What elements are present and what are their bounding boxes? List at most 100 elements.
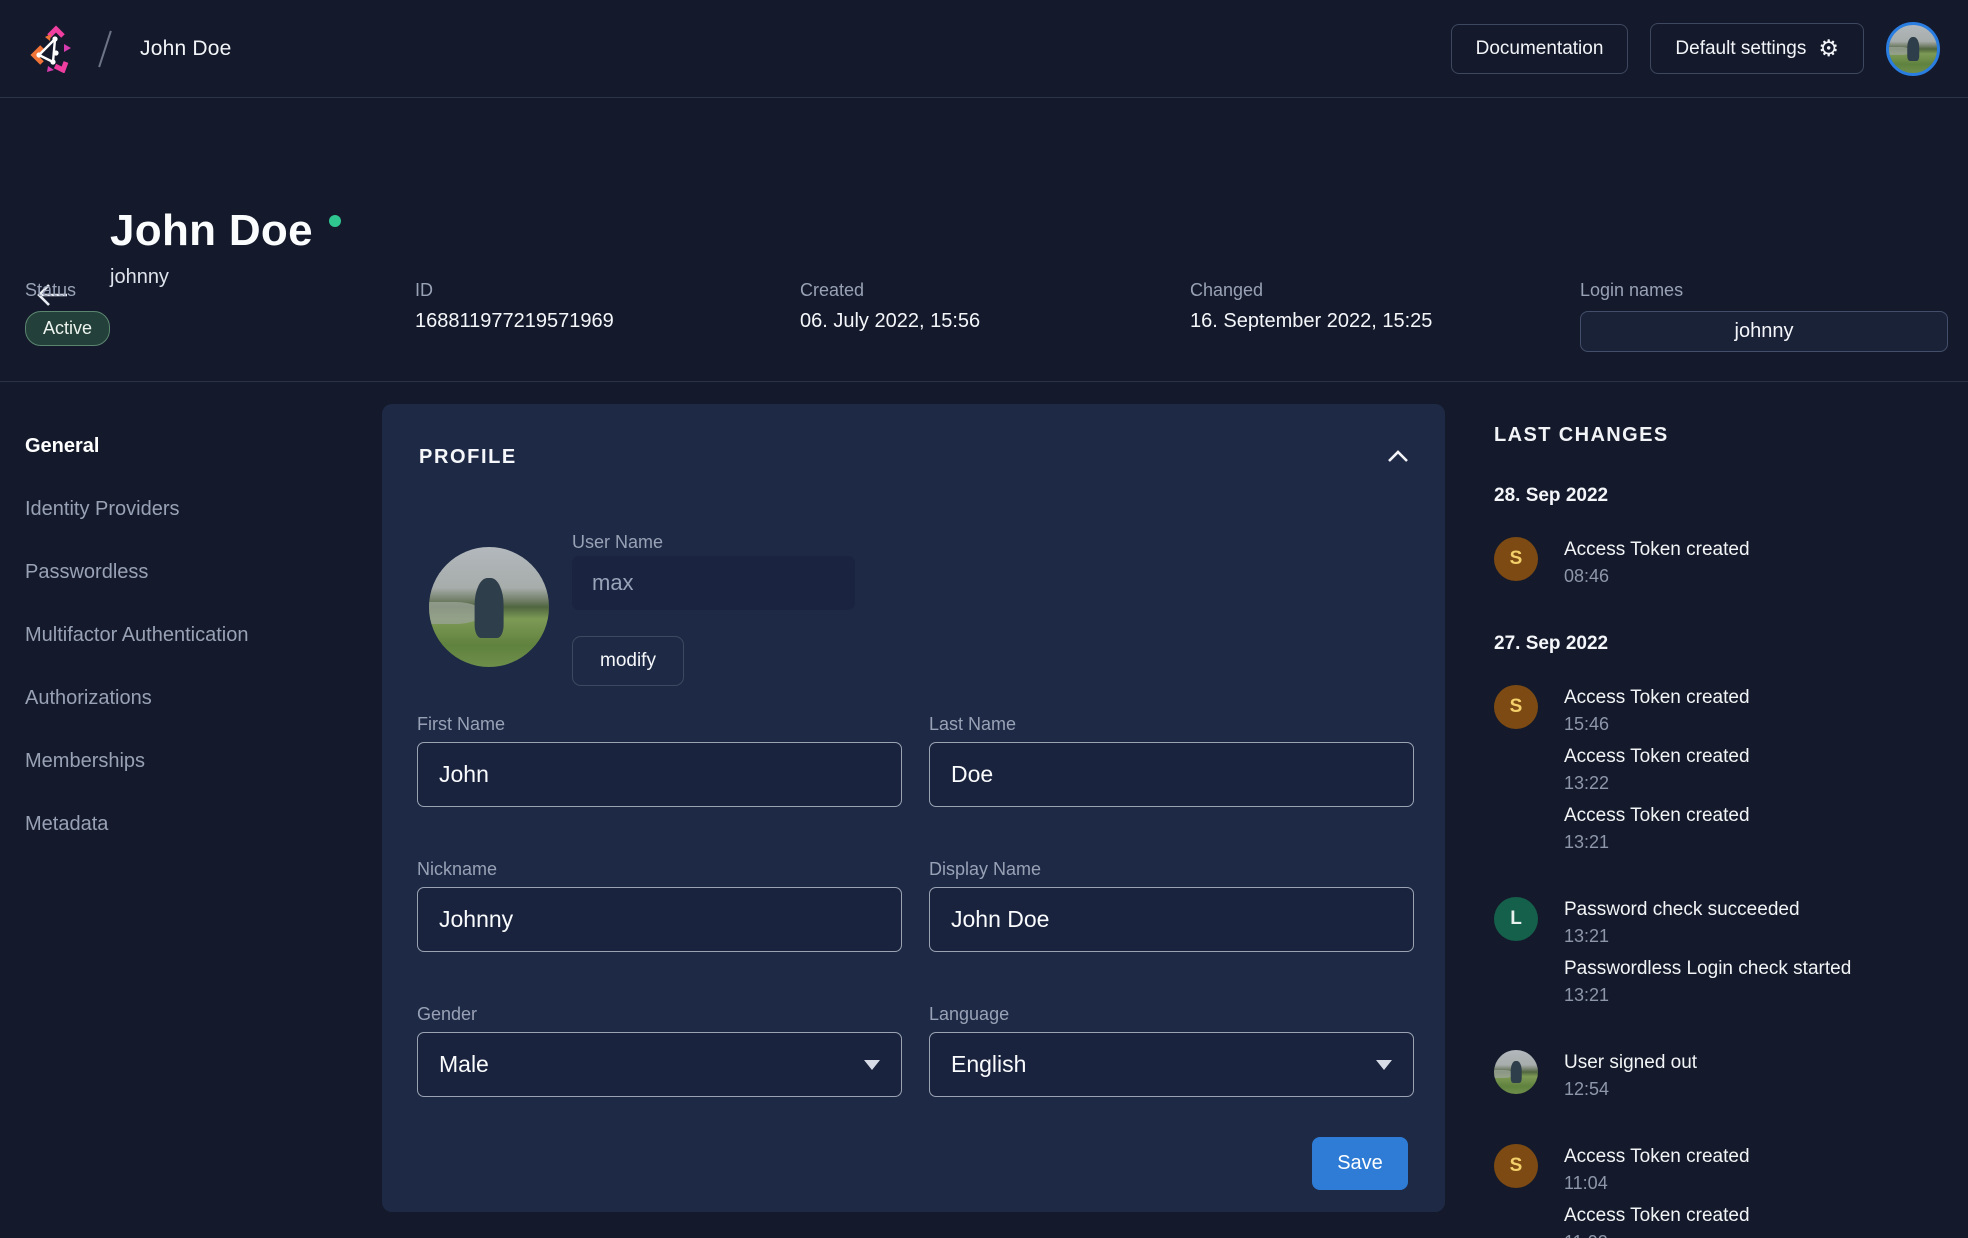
documentation-button[interactable]: Documentation xyxy=(1451,24,1629,74)
timeline-entry-title: Access Token created xyxy=(1564,687,1750,709)
login-names-label: Login names xyxy=(1580,280,1948,301)
created-label: Created xyxy=(800,280,980,301)
timeline-entry[interactable]: Access Token created15:46 xyxy=(1564,687,1750,735)
timeline-cluster: SAccess Token created15:46Access Token c… xyxy=(1494,685,1956,853)
created-value: 06. July 2022, 15:56 xyxy=(800,310,980,333)
gear-icon: ⚙ xyxy=(1818,37,1839,60)
timeline-entry-time: 11:02 xyxy=(1564,1232,1750,1238)
last-name-label: Last Name xyxy=(929,714,1414,735)
timeline-entry-time: 12:54 xyxy=(1564,1079,1697,1100)
timeline-entry[interactable]: User signed out 12:54 xyxy=(1564,1052,1697,1100)
timeline-cluster: LPassword check succeeded13:21Passwordle… xyxy=(1494,897,1956,1006)
chevron-up-icon xyxy=(1386,449,1410,463)
timeline-date: 27. Sep 2022 xyxy=(1494,633,1956,655)
timeline-entries: Password check succeeded13:21Passwordles… xyxy=(1564,897,1851,1006)
timeline-entries: User signed out 12:54 xyxy=(1564,1050,1697,1100)
modify-button[interactable]: modify xyxy=(572,636,684,686)
language-value: English xyxy=(951,1051,1026,1078)
timeline-entry[interactable]: Access Token created 08:46 xyxy=(1564,539,1750,587)
nickname-label: Nickname xyxy=(417,859,902,880)
timeline-avatar-letter: S xyxy=(1494,1144,1538,1188)
timeline-avatar-photo xyxy=(1494,1050,1538,1094)
timeline-avatar-letter: L xyxy=(1494,897,1538,941)
first-name-input[interactable] xyxy=(417,742,902,807)
timeline-entry-time: 13:21 xyxy=(1564,926,1851,947)
id-value: 168811977219571969 xyxy=(415,310,614,333)
sidebar-item-memberships[interactable]: Memberships xyxy=(25,749,355,773)
meta-login-names: Login names johnny xyxy=(1580,280,1948,352)
changed-value: 16. September 2022, 15:25 xyxy=(1190,310,1432,333)
timeline-entry-time: 13:21 xyxy=(1564,985,1851,1006)
save-button[interactable]: Save xyxy=(1312,1137,1408,1190)
timeline-entry[interactable]: Password check succeeded 13:21 xyxy=(1564,899,1851,947)
last-changes-list: 28. Sep 2022 S Access Token created 08:46 27… xyxy=(1494,485,1956,1238)
sidebar-item-passwordless[interactable]: Passwordless xyxy=(25,560,355,584)
timeline-cluster: SAccess Token created11:04Access Token c… xyxy=(1494,1144,1956,1238)
timeline-entry-title: Password check succeeded xyxy=(1564,899,1851,921)
profile-section-title: PROFILE xyxy=(419,446,517,469)
timeline-entries: Access Token created15:46Access Token cr… xyxy=(1564,685,1750,853)
timeline-entry[interactable]: Access Token created 11:02 xyxy=(1564,1205,1750,1238)
user-avatar[interactable] xyxy=(1886,22,1940,76)
first-name-label: First Name xyxy=(417,714,902,735)
sidebar-item-authorizations[interactable]: Authorizations xyxy=(25,686,355,710)
timeline-entry-title: Access Token created xyxy=(1564,1205,1750,1227)
timeline-entry-time: 13:21 xyxy=(1564,832,1750,853)
timeline-avatar-letter: S xyxy=(1494,685,1538,729)
breadcrumb[interactable]: John Doe xyxy=(140,37,232,61)
sidebar-nav: General Identity Providers Passwordless Mul… xyxy=(25,434,355,875)
collapse-section-button[interactable] xyxy=(1381,442,1415,472)
timeline-entry-title: Access Token created xyxy=(1564,805,1750,827)
timeline-date: 28. Sep 2022 xyxy=(1494,485,1956,507)
sidebar-item-multifactor-authentication[interactable]: Multifactor Authentication xyxy=(25,623,355,647)
user-name-input[interactable] xyxy=(572,556,855,610)
meta-created: Created 06. July 2022, 15:56 xyxy=(800,280,980,333)
timeline-entries: Access Token created11:04Access Token cr… xyxy=(1564,1144,1750,1238)
profile-photo[interactable] xyxy=(429,547,549,667)
last-changes-title: LAST CHANGES xyxy=(1494,424,1956,447)
timeline-entry-time: 11:04 xyxy=(1564,1173,1750,1194)
login-name-chip[interactable]: johnny xyxy=(1580,311,1948,352)
last-changes-panel: LAST CHANGES 28. Sep 2022 S Access Token c… xyxy=(1494,424,1956,1238)
language-select[interactable]: English xyxy=(929,1032,1414,1097)
nickname-input[interactable] xyxy=(417,887,902,952)
timeline-entry-title: Access Token created xyxy=(1564,1146,1750,1168)
sidebar-item-identity-providers[interactable]: Identity Providers xyxy=(25,497,355,521)
top-bar: John Doe Documentation Default settings … xyxy=(0,0,1968,98)
sidebar-item-metadata[interactable]: Metadata xyxy=(25,812,355,836)
default-settings-label: Default settings xyxy=(1675,38,1806,60)
dropdown-caret-icon xyxy=(864,1060,880,1070)
default-settings-button[interactable]: Default settings ⚙ xyxy=(1650,23,1864,74)
sidebar-item-general[interactable]: General xyxy=(25,434,355,458)
active-status-dot xyxy=(329,215,341,227)
timeline-avatar-letter: S xyxy=(1494,537,1538,581)
timeline-entry[interactable]: Passwordless Login check started13:21 xyxy=(1564,958,1851,1006)
timeline-entry-title: Access Token created xyxy=(1564,539,1750,561)
page-subtitle: johnny xyxy=(110,266,341,289)
last-name-input[interactable] xyxy=(929,742,1414,807)
meta-changed: Changed 16. September 2022, 15:25 xyxy=(1190,280,1432,333)
timeline-entry-title: Access Token created xyxy=(1564,746,1750,768)
page-title: John Doe xyxy=(110,206,313,255)
gender-label: Gender xyxy=(417,1004,902,1025)
zitadel-logo-icon[interactable] xyxy=(28,25,76,73)
language-label: Language xyxy=(929,1004,1414,1025)
gender-select[interactable]: Male xyxy=(417,1032,902,1097)
timeline-entry[interactable]: Access Token created 11:04 xyxy=(1564,1146,1750,1194)
breadcrumb-divider xyxy=(98,30,112,67)
dropdown-caret-icon xyxy=(1376,1060,1392,1070)
status-label: Status xyxy=(25,280,110,301)
user-name-label: User Name xyxy=(572,532,663,553)
display-name-input[interactable] xyxy=(929,887,1414,952)
changed-label: Changed xyxy=(1190,280,1432,301)
status-badge: Active xyxy=(25,311,110,346)
timeline-entry[interactable]: Access Token created 13:22 xyxy=(1564,746,1750,794)
documentation-label: Documentation xyxy=(1476,38,1604,60)
timeline-entry-title: User signed out xyxy=(1564,1052,1697,1074)
timeline-entry-time: 13:22 xyxy=(1564,773,1750,794)
timeline-entry[interactable]: Access Token created 13:21 xyxy=(1564,805,1750,853)
profile-card: PROFILE User Name modify First Name Last… xyxy=(382,404,1445,1212)
timeline-entry-time: 08:46 xyxy=(1564,566,1750,587)
timeline-entries: Access Token created 08:46 xyxy=(1564,537,1750,587)
meta-status: Status Active xyxy=(25,280,110,346)
